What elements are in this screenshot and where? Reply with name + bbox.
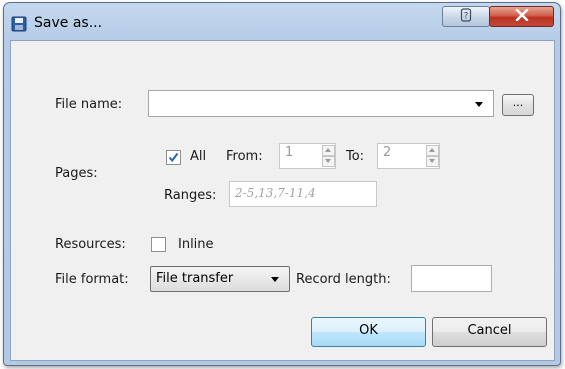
- arrow-up-icon: [325, 148, 331, 152]
- inline-label: Inline: [178, 237, 214, 252]
- spin-up-button[interactable]: [426, 145, 439, 156]
- ok-button[interactable]: OK: [311, 317, 426, 347]
- file-name-label: File name:: [55, 97, 123, 112]
- to-spinbox[interactable]: 2: [377, 143, 440, 169]
- arrow-down-icon: [429, 159, 435, 163]
- to-value[interactable]: 2: [383, 145, 391, 160]
- window-title: Save as...: [34, 15, 103, 31]
- browse-button[interactable]: ...: [502, 94, 534, 116]
- from-spinbox[interactable]: 1: [279, 143, 336, 169]
- close-icon: [515, 8, 529, 25]
- checkmark-icon: [168, 152, 179, 163]
- resources-label: Resources:: [55, 237, 126, 252]
- record-length-input[interactable]: [411, 265, 492, 292]
- help-glyph: ?: [464, 11, 469, 21]
- help-icon: ?: [459, 7, 473, 26]
- ranges-placeholder: 2-5,13,7-11,4: [235, 186, 316, 200]
- spin-down-button[interactable]: [322, 156, 335, 167]
- spin-down-button[interactable]: [426, 156, 439, 167]
- all-pages-label: All: [190, 149, 207, 164]
- record-length-label: Record length:: [296, 272, 391, 287]
- floppy-disk-icon: [11, 16, 27, 32]
- all-pages-checkbox[interactable]: [166, 150, 181, 165]
- from-label: From:: [226, 149, 263, 164]
- spin-up-button[interactable]: [322, 145, 335, 156]
- arrow-up-icon: [429, 148, 435, 152]
- ranges-label: Ranges:: [164, 188, 217, 203]
- chevron-down-icon[interactable]: [271, 277, 279, 282]
- file-format-label: File format:: [55, 272, 129, 287]
- arrow-down-icon: [325, 159, 331, 163]
- dialog-body: File name: ... Pages: All From: 1 To: 2: [10, 40, 555, 361]
- file-name-combo[interactable]: [148, 90, 494, 117]
- file-format-select[interactable]: File transfer: [150, 266, 290, 292]
- title-bar[interactable]: Save as... ?: [4, 3, 560, 41]
- to-label: To:: [346, 149, 365, 164]
- help-button[interactable]: ?: [442, 6, 490, 27]
- file-format-value[interactable]: File transfer: [156, 271, 233, 286]
- close-button[interactable]: [489, 6, 554, 27]
- cancel-button[interactable]: Cancel: [432, 317, 547, 347]
- ranges-input[interactable]: 2-5,13,7-11,4: [229, 181, 377, 207]
- inline-checkbox[interactable]: [151, 237, 166, 252]
- save-as-dialog: Save as... ? File name: ... Pages: All F…: [3, 2, 561, 366]
- chevron-down-icon[interactable]: [475, 102, 483, 107]
- from-value[interactable]: 1: [285, 145, 293, 160]
- pages-label: Pages:: [55, 166, 98, 181]
